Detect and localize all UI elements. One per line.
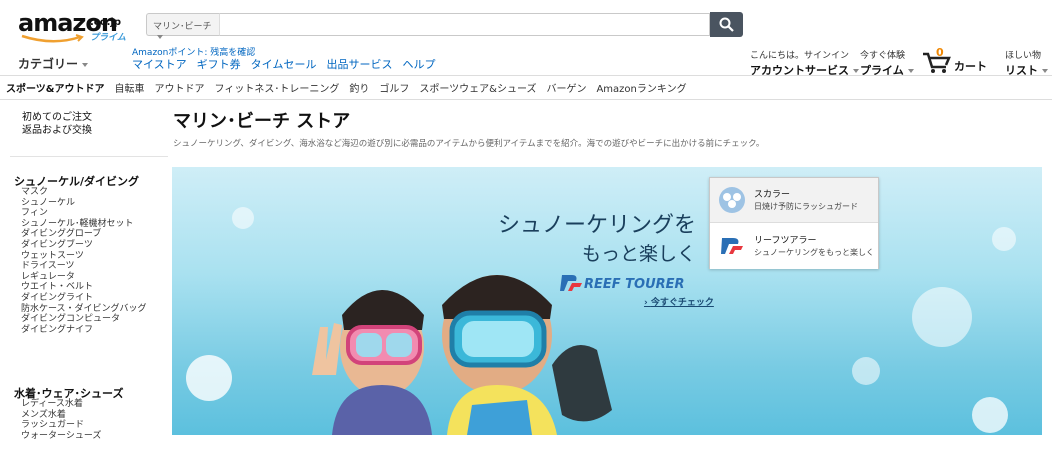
reef-tourer-logo-icon	[721, 238, 743, 254]
sidebar-item[interactable]: ウェットスーツ	[21, 251, 147, 262]
bubble-decoration	[992, 227, 1016, 251]
page-description: シュノーケリング、ダイビング、海水浴など海辺の遊び別に必需品のアイテムから便利ア…	[173, 139, 765, 149]
logo-prime: プライム	[90, 33, 126, 43]
account-menu[interactable]: こんにちは。サインイン アカウントサービス	[750, 48, 859, 78]
subnav-item[interactable]: ゴルフ	[379, 80, 409, 95]
sidebar-list-snorkel: マスク シュノーケル フィン シュノーケル･軽機材セット ダイビンググローブ ダ…	[21, 187, 147, 335]
scaler-logo-icon	[719, 187, 745, 213]
subnav-item[interactable]: Amazonランキング	[596, 80, 686, 95]
sidebar-link-returns[interactable]: 返品および交換	[22, 124, 92, 137]
sidebar-divider	[10, 156, 168, 157]
banner-headline-line1: シュノーケリングを	[497, 213, 696, 238]
header: amazon .co.jp プライム マリン･ビーチ Amazonポイント: 残…	[0, 0, 1052, 83]
search-button[interactable]	[710, 12, 743, 37]
search-scope-label: マリン･ビーチ	[153, 22, 212, 32]
sidebar-item[interactable]: シュノーケル･軽機材セット	[21, 219, 147, 230]
chevron-down-icon	[157, 34, 163, 39]
nav-my-store[interactable]: マイストア	[132, 56, 187, 72]
bubble-decoration	[852, 357, 880, 385]
sidebar-item[interactable]: マスク	[21, 187, 147, 198]
amazon-logo[interactable]: amazon .co.jp プライム	[18, 9, 128, 43]
subnav-item[interactable]: 釣り	[349, 80, 369, 95]
categories-menu[interactable]: カテゴリー	[18, 55, 89, 72]
promo-title: リーフツアラー	[754, 236, 817, 246]
cart-button[interactable]: 0 カート	[922, 46, 996, 83]
search-icon	[719, 17, 734, 32]
chevron-down-icon	[907, 69, 914, 73]
account-greeting: こんにちは。サインイン	[750, 51, 850, 61]
sidebar-item[interactable]: レディース水着	[21, 399, 101, 410]
sidebar-item[interactable]: ウォーターシューズ	[21, 431, 101, 442]
promo-title: スカラー	[754, 190, 791, 200]
sidebar-item[interactable]: ダイビングナイフ	[21, 325, 147, 336]
chevron-down-icon	[82, 62, 89, 67]
header-nav: マイストア ギフト券 タイムセール 出品サービス ヘルプ	[132, 56, 435, 72]
sidebar-item[interactable]: ダイビングブーツ	[21, 240, 147, 251]
promo-subtitle: シュノーケリングをもっと楽しく	[754, 248, 874, 257]
subnav-item[interactable]: スポーツウェア&シューズ	[419, 80, 536, 95]
wishlist-line1: ほしい物	[1005, 51, 1042, 61]
nav-gift-card[interactable]: ギフト券	[197, 56, 241, 72]
sidebar-item[interactable]: ラッシュガード	[21, 420, 101, 431]
banner-brand-name: REEF TOURER	[584, 277, 685, 292]
store-subnav: スポーツ&アウトドア 自転車 アウトドア フィットネス･トレーニング 釣り ゴル…	[0, 75, 1052, 100]
hero-banner[interactable]: シュノーケリングを もっと楽しく REEF TOURER › 今すぐチェック ス…	[172, 167, 1042, 435]
page-title: マリン･ビーチ ストア	[173, 111, 351, 132]
promo-item-scaler[interactable]: スカラー 日焼け予防にラッシュガード	[710, 178, 878, 223]
bubble-decoration	[912, 287, 972, 347]
sidebar-item[interactable]: レギュレータ	[21, 272, 147, 283]
categories-label: カテゴリー	[18, 57, 79, 71]
sidebar-item[interactable]: メンズ水着	[21, 410, 101, 421]
logo-domain: .co.jp	[90, 17, 121, 28]
sidebar-item[interactable]: ダイビングライト	[21, 293, 147, 304]
bubble-decoration	[186, 355, 232, 401]
sidebar-list-swimwear: レディース水着 メンズ水着 ラッシュガード ウォーターシューズ	[21, 399, 101, 441]
banner-headline-line2: もっと楽しく	[581, 243, 696, 265]
promo-panel: スカラー 日焼け予防にラッシュガード リーフツアラー シュノーケリングをもっと楽…	[709, 177, 879, 269]
cart-label: カート	[954, 60, 987, 73]
sidebar-item[interactable]: ウエイト・ベルト	[21, 282, 147, 293]
banner-cta-label: 今すぐチェック	[650, 298, 714, 308]
bubble-decoration	[972, 397, 1008, 433]
sidebar-link-first-order[interactable]: 初めてのご注文	[22, 111, 92, 124]
sidebar-item[interactable]: ダイビングコンピュータ	[21, 314, 147, 325]
bubble-decoration	[232, 207, 254, 229]
cart-count: 0	[936, 46, 944, 59]
sidebar-item[interactable]: 防水ケース・ダイビングバッグ	[21, 304, 147, 315]
subnav-item[interactable]: 自転車	[115, 80, 145, 95]
subnav-store-link[interactable]: スポーツ&アウトドア	[6, 80, 105, 95]
subnav-item[interactable]: アウトドア	[155, 80, 205, 95]
promo-item-reef-tourer[interactable]: リーフツアラー シュノーケリングをもっと楽しく	[710, 224, 878, 269]
promo-subtitle: 日焼け予防にラッシュガード	[754, 202, 858, 211]
subnav-item[interactable]: フィットネス･トレーニング	[215, 80, 340, 95]
sidebar-item[interactable]: シュノーケル	[21, 198, 147, 209]
banner-cta-link[interactable]: › 今すぐチェック	[644, 295, 714, 308]
search-input[interactable]	[219, 13, 710, 36]
smile-arrow-icon	[21, 34, 84, 43]
wishlist-menu[interactable]: ほしい物 リスト	[1005, 48, 1048, 78]
sidebar-item[interactable]: ダイビンググローブ	[21, 229, 147, 240]
nav-time-sale[interactable]: タイムセール	[251, 56, 317, 72]
nav-seller-service[interactable]: 出品サービス	[326, 56, 392, 72]
sidebar: 初めてのご注文 返品および交換 シュノーケル/ダイビング マスク シュノーケル …	[0, 101, 168, 450]
prime-menu[interactable]: 今すぐ体験 プライム	[860, 48, 914, 78]
chevron-down-icon	[1042, 69, 1048, 73]
search-scope-dropdown[interactable]: マリン･ビーチ	[146, 13, 219, 39]
prime-try: 今すぐ体験	[860, 51, 906, 61]
nav-help[interactable]: ヘルプ	[402, 56, 435, 72]
sidebar-item[interactable]: ドライスーツ	[21, 261, 147, 272]
chevron-down-icon	[853, 69, 859, 73]
sidebar-item[interactable]: フィン	[21, 208, 147, 219]
subnav-item[interactable]: バーゲン	[546, 80, 586, 95]
sidebar-help-links: 初めてのご注文 返品および交換	[22, 111, 92, 137]
reef-tourer-logo-icon	[560, 275, 582, 291]
